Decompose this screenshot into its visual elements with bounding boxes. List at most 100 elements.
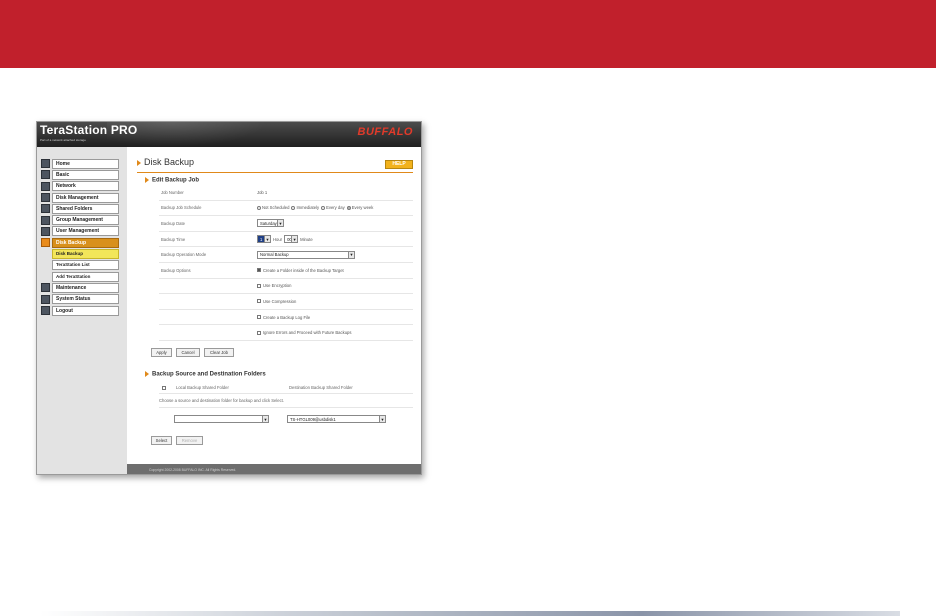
minute-unit-label: Minute (300, 236, 313, 242)
backup-date-selected: Saturday (260, 220, 277, 226)
form-row-options-1: Use Encryption (159, 279, 413, 295)
form-row-mode: Backup Operation Mode Normal Backup ▼ (159, 247, 413, 263)
sidebar: Home Basic Network Disk Management Share… (37, 147, 127, 474)
arrow-right-icon (137, 159, 141, 166)
folders-header-row: Local Backup Shared Folder Destination B… (159, 382, 413, 394)
help-button[interactable]: HELP (385, 160, 413, 169)
operation-mode-selected: Normal Backup (260, 252, 289, 258)
form-row-job-number: Job Number Job 1 (159, 185, 413, 201)
option-folder-inside: Create a Folder inside of the Backup Tar… (257, 268, 413, 273)
top-red-band (0, 0, 936, 68)
cancel-button[interactable]: Cancel (176, 348, 200, 357)
radio-not-scheduled[interactable]: Not Scheduled (257, 205, 289, 210)
brand-title: TeraStation PRO (40, 123, 138, 137)
sidebar-item-label: Disk Management (52, 192, 119, 203)
brand-tagline: Part of a network attached storage (40, 138, 86, 142)
arrow-right-icon (145, 371, 149, 377)
section-title-text: Edit Backup Job (152, 177, 200, 184)
clear-job-button[interactable]: Clear Job (204, 348, 234, 357)
col-local-header: Local Backup Shared Folder (176, 385, 229, 390)
chevron-down-icon: ▼ (291, 236, 298, 243)
page-title: Disk Backup (137, 157, 194, 167)
checkbox-label: Use Encryption (263, 283, 292, 289)
sidebar-item-home[interactable]: Home (41, 158, 119, 169)
radio-every-week[interactable]: Every week (346, 205, 374, 211)
disk-icon (41, 193, 50, 203)
checkbox-encryption[interactable] (257, 283, 261, 288)
select-all-checkbox[interactable] (162, 385, 166, 390)
sidebar-item-disk-backup[interactable]: Disk Backup (41, 237, 119, 248)
sidebar-item-disk-management[interactable]: Disk Management (41, 192, 119, 203)
option-compression: Use Compression (257, 299, 413, 304)
operation-mode-select[interactable]: Normal Backup ▼ (257, 250, 355, 259)
sidebar-item-basic[interactable]: Basic (41, 169, 119, 180)
folders-instruction-row: Choose a source and destination folder f… (159, 394, 413, 408)
group-icon (41, 215, 50, 225)
checkbox-label: Create a Backup Log File (263, 314, 311, 320)
sidebar-item-user-management[interactable]: User Management (41, 226, 119, 237)
job-number-value: Job 1 (257, 189, 268, 195)
radio-label: Every week (351, 205, 374, 211)
sidebar-item-label: Maintenance (52, 282, 119, 293)
sidebar-nav: Home Basic Network Disk Management Share… (41, 158, 119, 316)
source-folder-select[interactable]: ▼ (174, 415, 269, 423)
sidebar-item-group-management[interactable]: Group Management (41, 214, 119, 226)
sidebar-item-maintenance[interactable]: Maintenance (41, 282, 119, 293)
maintenance-icon (41, 283, 50, 293)
sidebar-item-label: Basic (52, 169, 119, 180)
radio-button[interactable] (291, 205, 296, 210)
chevron-down-icon: ▼ (264, 236, 270, 243)
destination-folder-select[interactable]: TS-HTGL009@usbdisk1 ▼ (287, 415, 386, 423)
folders-table: Local Backup Shared Folder Destination B… (159, 382, 413, 408)
app-header: TeraStation PRO Part of a network attach… (37, 122, 421, 147)
minute-select[interactable]: 00 ▼ (284, 235, 299, 244)
hour-selected: 1 (260, 236, 263, 242)
sidebar-item-network[interactable]: Network (41, 181, 119, 192)
copyright-footer: Copyright 2002-2008 BUFFALO INC. All Rig… (127, 464, 421, 474)
sidebar-subitem-disk-backup[interactable]: Disk Backup (41, 248, 119, 260)
sidebar-item-logout[interactable]: Logout (41, 305, 119, 316)
radio-button[interactable] (346, 205, 351, 210)
radio-button[interactable] (321, 205, 326, 210)
chevron-down-icon: ▼ (348, 251, 354, 258)
sidebar-item-label: Network (52, 181, 119, 192)
option-encryption: Use Encryption (257, 283, 413, 288)
sidebar-item-label: System Status (52, 294, 119, 305)
radio-button[interactable] (257, 205, 261, 210)
basic-icon (41, 170, 50, 180)
form-row-options-2: Use Compression (159, 294, 413, 310)
checkbox-log-file[interactable] (257, 315, 261, 320)
backup-date-label: Backup Date (161, 220, 185, 226)
backup-time-label: Backup Time (161, 236, 186, 242)
col-dest-header: Destination Backup Shared Folder (289, 385, 353, 390)
buffalo-logo: BUFFALO (357, 126, 413, 138)
user-icon (41, 226, 50, 236)
checkbox-label: Create a Folder inside of the Backup Tar… (263, 267, 344, 273)
logout-icon (41, 306, 50, 315)
option-log-file: Create a Backup Log File (257, 315, 413, 320)
sidebar-item-shared-folders[interactable]: Shared Folders (41, 203, 119, 214)
hour-unit-label: Hour (273, 236, 283, 242)
main-content: Disk Backup HELP Edit Backup Job Job Num… (127, 147, 421, 474)
title-divider (137, 172, 413, 173)
radio-immediately[interactable]: Immediately (291, 205, 319, 210)
backup-job-form: Job Number Job 1 Backup Job Schedule Not… (159, 185, 413, 341)
sidebar-item-label: Group Management (52, 215, 119, 226)
sidebar-subitem-add-terastation[interactable]: Add TeraStation (41, 271, 119, 282)
backup-date-select[interactable]: Saturday ▼ (257, 219, 284, 228)
checkbox-folder-inside[interactable] (257, 268, 261, 273)
radio-every-day[interactable]: Every day (321, 205, 345, 210)
checkbox-compression[interactable] (257, 299, 261, 304)
apply-button[interactable]: Apply (151, 348, 172, 357)
checkbox-ignore-errors[interactable] (257, 330, 261, 335)
sidebar-subitem-terastation-list[interactable]: TeraStation List (41, 260, 119, 271)
sidebar-item-system-status[interactable]: System Status (41, 294, 119, 305)
backup-icon (41, 238, 50, 248)
destination-folder-selected: TS-HTGL009@usbdisk1 (290, 416, 336, 422)
sidebar-item-label: User Management (52, 226, 119, 237)
select-button[interactable]: Select (151, 436, 172, 445)
chevron-down-icon: ▼ (379, 416, 385, 422)
remove-button[interactable]: Remove (176, 436, 203, 445)
hour-select[interactable]: 1 ▼ (257, 235, 271, 244)
status-icon (41, 294, 50, 304)
